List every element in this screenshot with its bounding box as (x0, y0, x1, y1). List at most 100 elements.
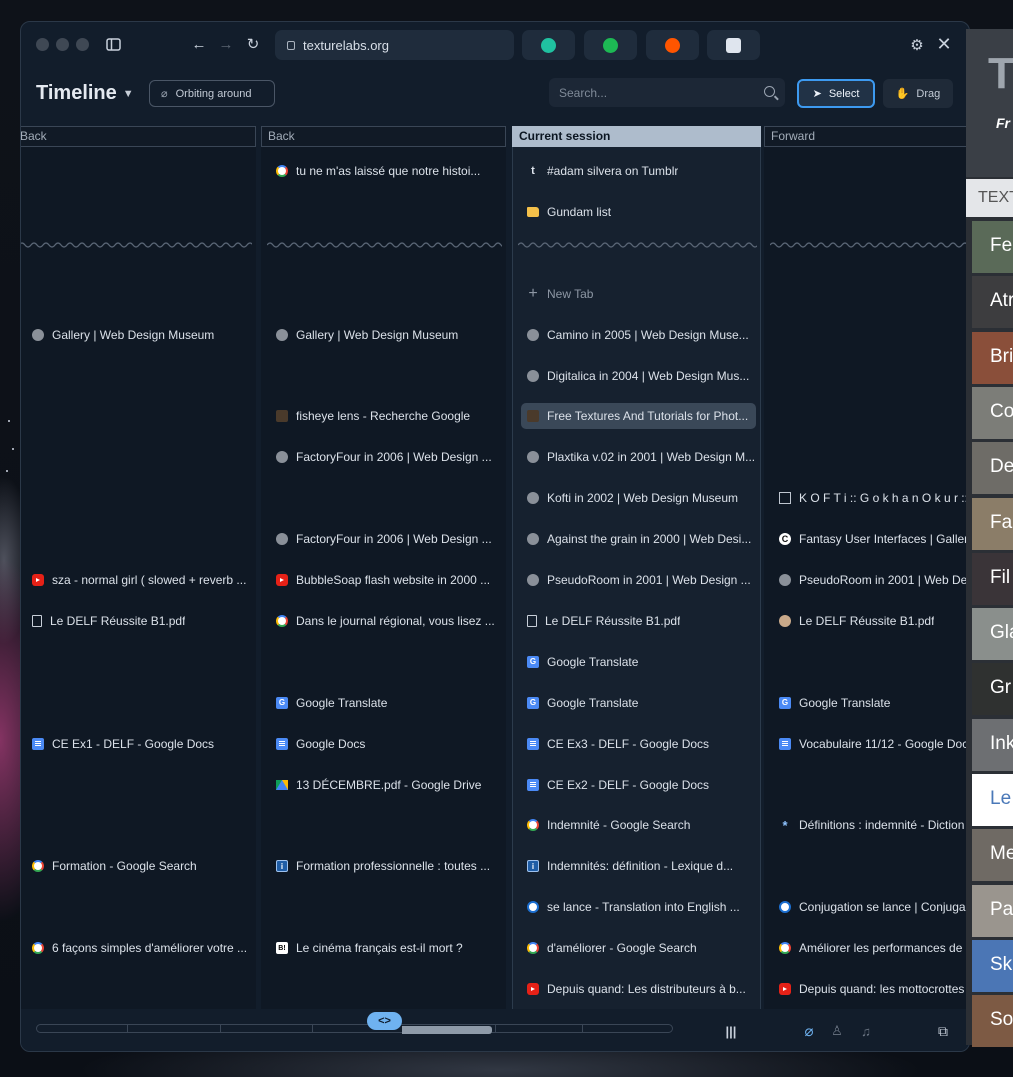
leaf-icon: ⌀ (161, 88, 168, 100)
tab-item[interactable]: Google Docs (270, 731, 501, 757)
tab-item[interactable]: BubbleSoap flash website in 2000 ... (270, 567, 501, 593)
tab-item[interactable]: Indemnités: définition - Lexique d... (521, 853, 756, 879)
zoom-window-button[interactable] (76, 38, 89, 51)
tab-item[interactable]: Google Translate (521, 649, 756, 675)
texture-category-tile[interactable]: Me (972, 829, 1013, 882)
library-icon[interactable]: ||| (721, 1022, 741, 1040)
tab-item[interactable]: Formation professionnelle : toutes ... (270, 853, 501, 879)
close-window-button[interactable] (36, 38, 49, 51)
texture-category-tile[interactable]: Fa (972, 497, 1013, 550)
texture-category-tile[interactable]: Bri (972, 331, 1013, 384)
new-tab-icon[interactable]: ⧉ (933, 1021, 953, 1041)
address-bar[interactable]: texturelabs.org (275, 30, 514, 60)
forward-arrow-icon[interactable]: → (218, 36, 234, 53)
minimize-window-button[interactable] (56, 38, 69, 51)
tab-item[interactable]: Kofti in 2002 | Web Design Museum (521, 485, 756, 511)
pinned-tab-threema[interactable] (522, 30, 575, 60)
tab-item[interactable]: PseudoRoom in 2001 | Web Design ... (521, 567, 756, 593)
texture-category-tile[interactable]: Atr (972, 276, 1013, 329)
site-logo: Te (988, 49, 1013, 98)
tab-item[interactable]: Le cinéma français est-il mort ? (270, 935, 501, 961)
tab-item[interactable]: 13 DÉCEMBRE.pdf - Google Drive (270, 772, 501, 798)
texture-category-tile[interactable]: Co (972, 386, 1013, 439)
tab-item[interactable]: Gundam list (521, 199, 756, 225)
tab-item[interactable]: K O F T i :: G o k h a n O k u r :: (773, 485, 969, 511)
reload-icon[interactable]: ↻ (245, 36, 261, 53)
tab-item[interactable]: Formation - Google Search (26, 853, 255, 879)
tab-item[interactable]: sza - normal girl ( slowed + reverb ... (26, 567, 255, 593)
tab-item[interactable]: Le DELF Réussite B1.pdf (521, 608, 756, 634)
tab-item[interactable]: Vocabulaire 11/12 - Google Docs (773, 731, 969, 757)
texture-category-tile[interactable]: Fil (972, 552, 1013, 605)
tab-item[interactable]: Plaxtika v.02 in 2001 | Web Design M... (521, 444, 756, 470)
tab-title: Le DELF Réussite B1.pdf (545, 613, 681, 628)
texture-category-tile[interactable]: Pa (972, 884, 1013, 937)
tab-item[interactable]: Depuis quand: les mottocrottes (773, 976, 969, 1002)
tab-item[interactable]: PseudoRoom in 2001 | Web Des (773, 567, 969, 593)
tab-title: Dans le journal régional, vous lisez ... (296, 613, 495, 628)
tab-item[interactable]: Le DELF Réussite B1.pdf (26, 608, 255, 634)
search-input[interactable]: Search... (549, 78, 785, 107)
texture-category-tile[interactable]: Gla (972, 608, 1013, 661)
site-header: Te Fr (966, 29, 1013, 177)
texture-category-tile[interactable]: De (972, 442, 1013, 495)
orbiting-around-button[interactable]: ⌀ Orbiting around (149, 80, 275, 107)
tab-title: 13 DÉCEMBRE.pdf - Google Drive (296, 777, 482, 792)
lemo-favicon-icon (779, 614, 791, 627)
scrubber-handle[interactable]: <> (367, 1012, 402, 1030)
texture-category-tile[interactable]: Sk (972, 939, 1013, 992)
tab-item[interactable]: 6 façons simples d'améliorer votre ... (26, 935, 255, 961)
tab-item[interactable]: FactoryFour in 2006 | Web Design ... (270, 444, 501, 470)
tab-item[interactable]: * Définitions : indemnité - Diction (773, 812, 969, 838)
tab-item[interactable]: FactoryFour in 2006 | Web Design ... (270, 526, 501, 552)
texture-category-tile[interactable]: Fe (972, 221, 1013, 273)
tab-title: FactoryFour in 2006 | Web Design ... (296, 450, 492, 465)
tab-item[interactable]: CE Ex2 - DELF - Google Docs (521, 772, 756, 798)
tab-item[interactable]: Digitalica in 2004 | Web Design Mus... (521, 363, 756, 389)
texture-category-tile[interactable]: Le (972, 774, 1013, 826)
sidebar-toggle-icon[interactable] (105, 36, 121, 52)
tab-item-active[interactable]: Free Textures And Tutorials for Phot... (521, 403, 756, 430)
pinned-tab-soundcloud[interactable] (646, 30, 699, 60)
tab-item[interactable]: Google Translate (270, 690, 501, 716)
tab-item[interactable]: Gallery | Web Design Museum (26, 322, 255, 348)
texture-category-tile[interactable]: Gr (972, 663, 1013, 716)
timeline-dropdown[interactable]: Timeline ▼ (36, 82, 134, 105)
tab-item[interactable]: Gallery | Web Design Museum (270, 322, 501, 348)
tab-item[interactable]: Dans le journal régional, vous lisez ... (270, 608, 501, 634)
tab-item[interactable]: Le DELF Réussite B1.pdf (773, 608, 969, 634)
tab-item[interactable]: se lance - Translation into English ... (521, 894, 756, 920)
tab-item[interactable]: + New Tab (521, 281, 756, 307)
tab-item[interactable]: Indemnité - Google Search (521, 812, 756, 838)
tab-item[interactable]: CE Ex1 - DELF - Google Docs (26, 731, 255, 757)
pinned-tab-app[interactable] (707, 30, 760, 60)
music-note-icon[interactable]: ♫ (857, 1022, 875, 1040)
tab-item[interactable]: fisheye lens - Recherche Google (270, 403, 501, 429)
tab-item[interactable]: d'améliorer - Google Search (521, 935, 756, 961)
orbit-leaf-icon[interactable]: ⌀ (800, 1022, 818, 1040)
tab-item[interactable]: tu ne m'as laissé que notre histoi... (270, 158, 501, 184)
drag-label: Drag (916, 87, 941, 100)
tab-item[interactable]: Google Translate (773, 690, 969, 716)
texture-category-tile[interactable]: Ink (972, 718, 1013, 771)
pinned-tab-spotify[interactable] (584, 30, 637, 60)
person-icon[interactable]: ♙ (828, 1022, 846, 1040)
select-tool-button[interactable]: ➤ Select (797, 79, 875, 108)
tab-item[interactable]: C Fantasy User Interfaces | Galler (773, 526, 969, 552)
settings-gears-icon[interactable]: ⚙ (908, 36, 926, 54)
texture-category-tile[interactable]: So (972, 995, 1013, 1048)
drag-tool-button[interactable]: ✋ Drag (883, 79, 953, 108)
tab-item[interactable]: Améliorer les performances de (773, 935, 969, 961)
tab-item[interactable]: CE Ex3 - DELF - Google Docs (521, 731, 756, 757)
tab-item[interactable]: Depuis quand: Les distributeurs à b... (521, 976, 756, 1002)
wdm-favicon-icon (32, 328, 44, 341)
search-placeholder: Search... (559, 85, 608, 100)
close-icon[interactable]: ✕ (935, 34, 953, 54)
back-arrow-icon[interactable]: ← (191, 36, 207, 53)
tab-item[interactable]: Google Translate (521, 690, 756, 716)
tab-item[interactable]: Conjugation se lance | Conjuga (773, 894, 969, 920)
tab-item[interactable]: Against the grain in 2000 | Web Desi... (521, 526, 756, 552)
tab-item[interactable]: t #adam silvera on Tumblr (521, 158, 756, 184)
tab-item[interactable]: Camino in 2005 | Web Design Muse... (521, 322, 756, 348)
timeline-scrubber[interactable] (36, 1024, 673, 1033)
